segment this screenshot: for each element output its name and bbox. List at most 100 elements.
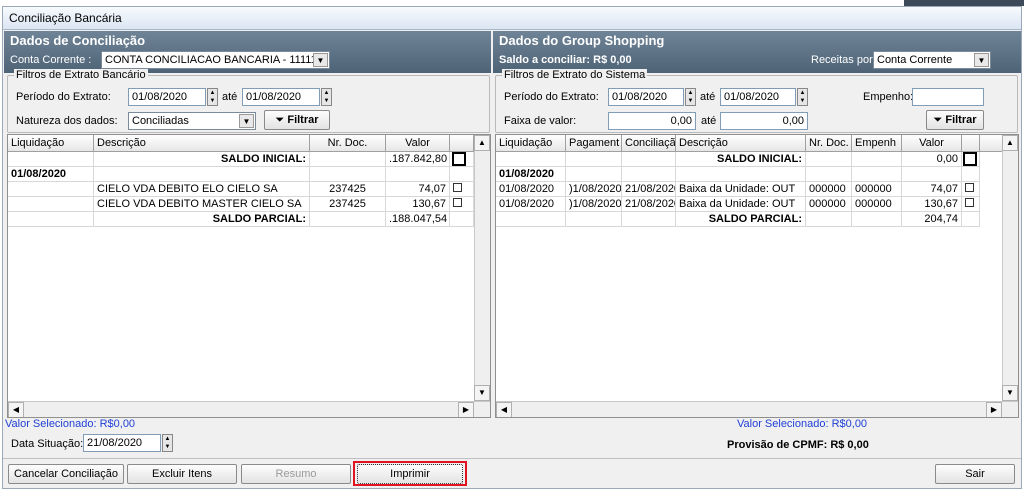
cell: 000000 [852,197,902,212]
scroll-right-icon[interactable]: ▶ [986,402,1002,417]
receipts-select[interactable]: Conta Corrente ▼ [873,51,991,69]
cell [852,152,902,167]
cell [496,152,566,167]
cell: 130,67 [902,197,962,212]
sys-col-descricao[interactable]: Descrição [676,135,806,152]
system-vertical-scrollbar[interactable]: ▲ ▼ [1002,135,1018,401]
chevron-down-icon[interactable]: ▼ [974,53,989,67]
bank-col-nrdoc[interactable]: Nr. Doc. [310,135,386,152]
delete-items-button[interactable]: Excluir Itens [127,464,237,484]
cell [962,167,980,182]
checkbox[interactable] [965,198,974,207]
scroll-up-icon[interactable]: ▲ [474,135,490,151]
row-checkbox-cell[interactable] [962,197,980,212]
cell: 204,74 [902,212,962,227]
sys-period-to-input[interactable]: 01/08/2020 [720,88,796,106]
row-checkbox-cell[interactable] [962,182,980,197]
cell [8,152,94,167]
cell [8,197,94,212]
cell: CIELO VDA DEBITO ELO CIELO SA [94,182,310,197]
sys-period-from-input[interactable]: 01/08/2020 [608,88,684,106]
sys-col-liquidacao[interactable]: Liquidação [496,135,566,152]
range-from-input[interactable]: 0,00 [608,112,696,130]
situation-date-input[interactable]: 21/08/2020 [83,434,161,452]
period-to-input[interactable]: 01/08/2020 [242,88,320,106]
period-from-input[interactable]: 01/08/2020 [128,88,206,106]
row-checkbox-cell[interactable] [962,152,980,167]
left-header: Dados de Conciliação Conta Corrente : CO… [4,31,491,73]
row-checkbox-cell[interactable] [450,182,474,197]
bank-col-descricao[interactable]: Descrição [94,135,310,152]
sys-period-label: Período do Extrato: [504,91,599,103]
account-select[interactable]: CONTA CONCILIACAO BANCARIA - 11111 ▼ [101,51,330,69]
period-from-spin[interactable]: ▲ ▼ [207,88,218,106]
cell [8,212,94,227]
system-horizontal-scrollbar[interactable]: ◀ ▶ [496,401,1018,417]
summary-button[interactable]: Resumo [241,464,351,484]
cell [386,167,450,182]
cell [94,167,310,182]
exit-button[interactable]: Sair [935,464,1015,484]
situation-date-spin[interactable]: ▲ ▼ [162,434,173,452]
right-filter-button[interactable]: ⏷ Filtrar [926,110,984,130]
bank-vertical-scrollbar[interactable]: ▲ ▼ [474,135,490,401]
funnel-icon: ⏷ [275,114,285,126]
scroll-down-icon[interactable]: ▼ [474,385,490,401]
checkbox[interactable] [963,152,977,166]
sys-col-valor[interactable]: Valor [902,135,962,152]
scroll-right-icon[interactable]: ▶ [458,402,474,417]
cell: Baixa da Unidade: OUT [676,197,806,212]
bank-col-valor[interactable]: Valor [386,135,450,152]
cell: 000000 [806,182,852,197]
range-to-input[interactable]: 0,00 [720,112,808,130]
sys-col-pagamento[interactable]: Pagament [566,135,622,152]
sys-col-conciliacao[interactable]: Conciliaçã [622,135,676,152]
cell [806,152,852,167]
scroll-down-icon[interactable]: ▼ [1002,385,1018,401]
cell [622,152,676,167]
cell: .187.842,80 [386,152,450,167]
cell: 000000 [852,182,902,197]
cancel-reconciliation-button[interactable]: Cancelar Conciliação [8,464,124,484]
nature-select[interactable]: Conciliadas ▼ [128,112,256,130]
sys-period-from-spin[interactable]: ▲ ▼ [685,88,696,106]
right-header: Dados do Group Shopping Saldo a concilia… [493,31,1021,73]
scroll-left-icon[interactable]: ◀ [496,402,512,417]
cell [310,212,386,227]
cell: 0,00 [902,152,962,167]
account-label: Conta Corrente : [10,54,92,66]
checkbox[interactable] [453,198,462,207]
sys-period-to-spin[interactable]: ▲ ▼ [797,88,808,106]
checkbox[interactable] [452,152,466,166]
sys-col-check[interactable] [962,135,980,152]
print-button[interactable]: Imprimir [357,464,463,484]
scroll-left-icon[interactable]: ◀ [8,402,24,417]
chevron-down-icon[interactable]: ▼ [313,53,328,67]
bank-horizontal-scrollbar[interactable]: ◀ ▶ [8,401,490,417]
range-to-label: até [701,115,717,127]
bank-grid-header: Liquidação Descrição Nr. Doc. Valor [8,135,474,152]
sys-col-empenho[interactable]: Empenh [852,135,902,152]
cell [566,167,622,182]
bank-col-liquidacao[interactable]: Liquidação [8,135,94,152]
cell: CIELO VDA DEBITO MASTER CIELO SA [94,197,310,212]
scroll-up-icon[interactable]: ▲ [1002,135,1018,151]
left-selected-value: Valor Selecionado: R$0,00 [5,418,136,430]
row-checkbox-cell[interactable] [450,197,474,212]
cell [310,152,386,167]
checkbox[interactable] [453,183,462,192]
sys-col-nrdoc[interactable]: Nr. Doc. [806,135,852,152]
period-to-spin[interactable]: ▲ ▼ [321,88,332,106]
bank-filter-title: Filtros de Extrato Bancário [14,69,148,81]
left-filter-button[interactable]: ⏷ Filtrar [264,110,330,130]
cell [622,167,676,182]
cell [806,167,852,182]
system-grid: Liquidação Pagament Conciliaçã Descrição… [495,134,1019,418]
checkbox[interactable] [965,183,974,192]
cell [852,167,902,182]
cell: 01/08/2020 [496,197,566,212]
bank-col-check[interactable] [450,135,474,152]
chevron-down-icon[interactable]: ▼ [239,114,254,128]
empenho-input[interactable] [912,88,984,106]
row-checkbox-cell[interactable] [450,152,474,167]
